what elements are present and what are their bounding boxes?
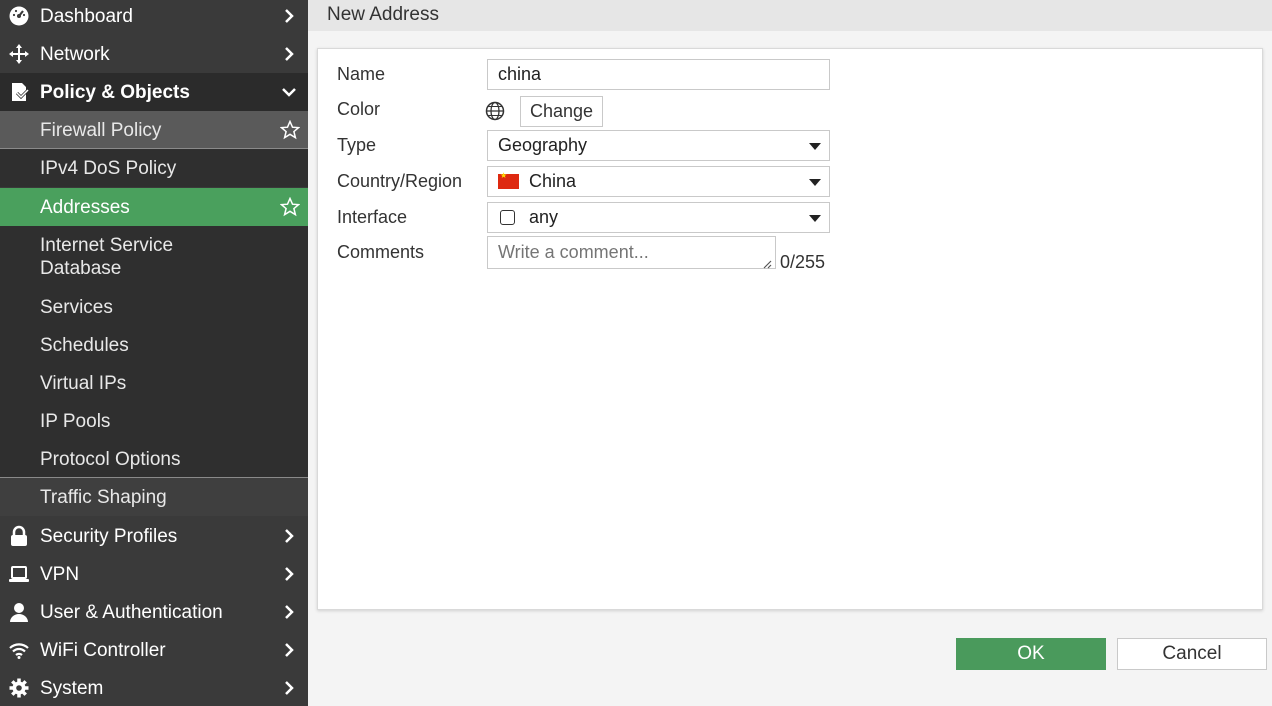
sidebar-item-label: Protocol Options [40, 448, 181, 470]
document-icon [8, 81, 30, 103]
sidebar-item-firewall-policy[interactable]: Firewall Policy [0, 111, 308, 149]
name-value: china [498, 64, 542, 84]
page-title: New Address [327, 4, 439, 25]
sidebar-item-services[interactable]: Services [0, 288, 308, 326]
nav-dashboard[interactable]: Dashboard [0, 0, 308, 35]
nav-user-authentication[interactable]: User & Authentication [0, 593, 308, 631]
chevron-down-icon [282, 85, 296, 99]
nav-policy-objects-label: Policy & Objects [40, 81, 190, 103]
sidebar-item-label: Traffic Shaping [40, 486, 167, 508]
nav-wifi-controller-label: WiFi Controller [40, 639, 166, 661]
interface-select[interactable]: any [487, 202, 830, 233]
chevron-right-icon [282, 567, 296, 581]
nav-system[interactable]: System [0, 669, 308, 706]
type-label: Type [337, 135, 377, 155]
country-region-label: Country/Region [337, 171, 463, 191]
star-icon[interactable] [279, 196, 301, 217]
caret-down-icon [809, 179, 821, 186]
sidebar-item-label: IPv4 DoS Policy [40, 157, 177, 179]
sidebar-item-label: Internet Service Database [40, 235, 174, 279]
resize-handle-icon[interactable] [762, 256, 772, 269]
sidebar-item-label: Virtual IPs [40, 372, 127, 394]
cancel-button[interactable]: Cancel [1117, 638, 1267, 670]
gear-icon [8, 677, 30, 699]
sidebar-item-virtual-ips[interactable]: Virtual IPs [0, 364, 308, 402]
wifi-icon [8, 639, 30, 661]
interface-checkbox-icon [500, 210, 515, 225]
sidebar-item-ip-pools[interactable]: IP Pools [0, 402, 308, 440]
sidebar-item-addresses[interactable]: Addresses [0, 188, 308, 226]
nav-security-profiles-label: Security Profiles [40, 525, 178, 547]
nav-vpn[interactable]: VPN [0, 555, 308, 593]
nav-user-authentication-label: User & Authentication [40, 601, 223, 623]
change-color-button[interactable]: Change [520, 96, 603, 127]
comments-counter: 0/255 [780, 252, 826, 272]
lock-icon [8, 525, 30, 547]
sidebar-item-internet-service-database[interactable]: Internet Service Database [0, 226, 308, 288]
sidebar-item-traffic-shaping[interactable]: Traffic Shaping [0, 478, 308, 516]
caret-down-icon [809, 143, 821, 150]
name-label: Name [337, 64, 386, 84]
nav-security-profiles[interactable]: Security Profiles [0, 517, 308, 555]
caret-down-icon [809, 215, 821, 222]
china-flag-icon [498, 171, 519, 189]
country-region-select[interactable]: China [487, 166, 830, 197]
globe-icon [485, 101, 505, 121]
dashboard-icon [8, 5, 30, 27]
nav-network[interactable]: Network [0, 35, 308, 73]
nav-vpn-label: VPN [40, 563, 80, 585]
nav-dashboard-label: Dashboard [40, 5, 133, 27]
chevron-right-icon [282, 643, 296, 657]
sidebar-item-label: Addresses [40, 196, 130, 218]
nav-network-label: Network [40, 43, 110, 65]
nav-system-label: System [40, 677, 104, 699]
name-input[interactable]: china [487, 59, 830, 90]
color-label: Color [337, 99, 381, 119]
star-icon[interactable] [279, 119, 301, 140]
new-address-form: Name china Color Change Type Geography C… [317, 48, 1263, 610]
laptop-icon [8, 563, 30, 585]
sidebar-item-label: Firewall Policy [40, 119, 162, 141]
interface-label: Interface [337, 207, 408, 227]
sidebar-item-label: IP Pools [40, 410, 111, 432]
type-value: Geography [498, 135, 588, 155]
ok-button[interactable]: OK [956, 638, 1106, 670]
sidebar: Dashboard Network Policy & Objects Firew… [0, 0, 308, 706]
chevron-right-icon [282, 605, 296, 619]
nav-wifi-controller[interactable]: WiFi Controller [0, 631, 308, 669]
sidebar-item-ipv4-dos-policy[interactable]: IPv4 DoS Policy [0, 149, 308, 187]
chevron-right-icon [282, 9, 296, 23]
nav-policy-objects[interactable]: Policy & Objects [0, 73, 308, 111]
sidebar-item-schedules[interactable]: Schedules [0, 326, 308, 364]
type-select[interactable]: Geography [487, 130, 830, 161]
chevron-right-icon [282, 681, 296, 695]
comments-label: Comments [337, 242, 425, 262]
page-header: New Address [308, 0, 1272, 31]
comments-textarea[interactable] [487, 236, 776, 269]
chevron-right-icon [282, 529, 296, 543]
interface-value: any [529, 207, 559, 227]
network-icon [8, 43, 30, 65]
sidebar-item-label: Schedules [40, 334, 129, 356]
sidebar-item-label: Services [40, 296, 113, 318]
chevron-right-icon [282, 47, 296, 61]
country-value: China [529, 171, 577, 191]
sidebar-item-protocol-options[interactable]: Protocol Options [0, 440, 308, 478]
user-icon [8, 601, 30, 623]
